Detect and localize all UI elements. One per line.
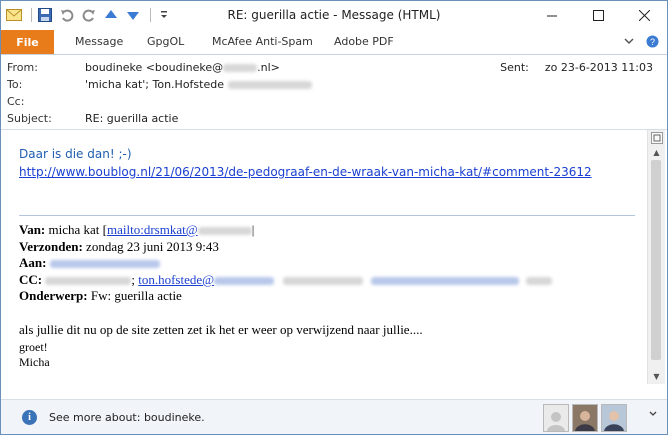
avatar[interactable] — [601, 404, 627, 432]
cc-row: Cc: — [7, 95, 85, 110]
fw-van-link[interactable]: mailto:drsmkat@ — [107, 222, 198, 237]
fw-cc-row: CC: ; ton.hofstede@ — [19, 272, 552, 288]
fw-verzonden-value: zondag 23 juni 2013 9:43 — [86, 239, 219, 254]
avatar[interactable] — [572, 404, 598, 432]
fw-aan-label: Aan: — [19, 255, 47, 270]
minimize-icon[interactable] — [529, 1, 575, 30]
title-bar: RE: guerilla actie - Message (HTML) — [1, 1, 667, 30]
vertical-scrollbar[interactable]: ▲ ▼ — [647, 130, 665, 384]
redacted-address — [228, 81, 312, 89]
from-value-prefix: boudineke <boudineke@ — [85, 61, 224, 74]
from-value[interactable]: boudineke <boudineke@ .nl> — [85, 61, 280, 76]
to-row: To: 'micha kat'; Ton.Hofstede — [7, 78, 312, 93]
sent-value: zo 23-6-2013 11:03 — [544, 61, 653, 74]
to-value[interactable]: 'micha kat'; Ton.Hofstede — [85, 78, 312, 93]
redacted-address — [49, 260, 160, 269]
fw-van-label: Van: — [19, 222, 46, 237]
message-body[interactable]: Daar is die dan! ;-) http://www.boublog.… — [1, 130, 645, 384]
subject-label: Subject: — [7, 112, 52, 125]
see-more-text[interactable]: See more about: boudineke. — [49, 411, 205, 424]
fw-aan-row: Aan: — [19, 255, 160, 271]
redacted-name — [525, 277, 552, 286]
fw-verzonden-row: Verzonden: zondag 23 juni 2013 9:43 — [19, 239, 219, 255]
close-icon[interactable] — [621, 1, 667, 30]
fw-verzonden-label: Verzonden: — [19, 239, 83, 254]
tab-file[interactable]: File — [1, 30, 54, 54]
fw-onderwerp-value: Fw: guerilla actie — [90, 288, 182, 303]
message-window: RE: guerilla actie - Message (HTML) File… — [0, 0, 668, 435]
fw-onderwerp-row: Onderwerp: Fw: guerilla actie — [19, 288, 182, 304]
chevron-down-icon[interactable]: ▼ — [648, 369, 665, 384]
chevron-up-icon[interactable]: ▲ — [648, 145, 665, 160]
blog-link[interactable]: http://www.boublog.nl/21/06/2013/de-pedo… — [19, 165, 592, 179]
message-line-3: Micha — [19, 355, 50, 369]
expand-ribbon-icon[interactable] — [624, 35, 634, 51]
to-value-text: 'micha kat'; Ton.Hofstede — [85, 78, 224, 91]
scroll-up-icon[interactable] — [648, 130, 665, 145]
scroll-thumb[interactable] — [651, 160, 661, 360]
tab-gpgol[interactable]: GpgOL — [147, 35, 184, 48]
fw-cc-label: CC: — [19, 272, 43, 287]
from-value-suffix: .nl> — [257, 61, 280, 74]
fw-van-close: | — [251, 222, 255, 237]
redacted-name — [283, 277, 364, 286]
redacted-name — [45, 277, 132, 286]
fw-van-value: micha kat [ — [48, 222, 107, 237]
redacted-address — [370, 277, 519, 286]
tab-mcafee-anti-spam[interactable]: McAfee Anti-Spam — [212, 35, 313, 48]
avatar-strip — [543, 404, 627, 432]
to-label: To: — [7, 78, 23, 91]
fw-van-row: Van: micha kat [mailto:drsmkat@ | — [19, 222, 254, 238]
sent-row: Sent: zo 23-6-2013 11:03 — [500, 61, 653, 74]
message-line-1: als jullie dit nu op de site zetten zet … — [19, 322, 423, 337]
greeting-text: Daar is die dan! ;-) — [19, 147, 132, 161]
sent-label: Sent: — [500, 61, 529, 74]
fw-cc-link[interactable]: ton.hofstede@ — [138, 272, 214, 287]
from-label: From: — [7, 61, 38, 74]
window-controls — [529, 1, 667, 30]
from-row: From: boudineke <boudineke@ .nl> — [7, 61, 280, 76]
redacted-domain — [214, 277, 275, 286]
maximize-icon[interactable] — [575, 1, 621, 30]
avatar[interactable] — [543, 404, 569, 432]
tab-adobe-pdf[interactable]: Adobe PDF — [334, 35, 394, 48]
forward-divider — [19, 215, 635, 216]
svg-text:?: ? — [650, 37, 655, 47]
redacted-domain — [197, 227, 252, 236]
ribbon-tabs: File Message GpgOL McAfee Anti-Spam Adob… — [1, 30, 667, 55]
info-icon: i — [22, 410, 37, 425]
subject-value: RE: guerilla actie — [85, 112, 179, 125]
fw-onderwerp-label: Onderwerp: — [19, 288, 88, 303]
expand-people-pane-icon[interactable] — [649, 410, 657, 421]
tab-message[interactable]: Message — [75, 35, 123, 48]
help-icon[interactable]: ? — [646, 35, 659, 51]
redacted-domain — [223, 64, 258, 72]
ribbon-right-controls: ? — [624, 35, 659, 51]
message-line-2: groet! — [19, 340, 48, 354]
subject-row: Subject: RE: guerilla actie — [7, 112, 178, 127]
people-pane: i See more about: boudineke. — [1, 399, 667, 434]
cc-label: Cc: — [7, 95, 25, 108]
message-header: From: boudineke <boudineke@ .nl> To: 'mic… — [1, 55, 667, 130]
